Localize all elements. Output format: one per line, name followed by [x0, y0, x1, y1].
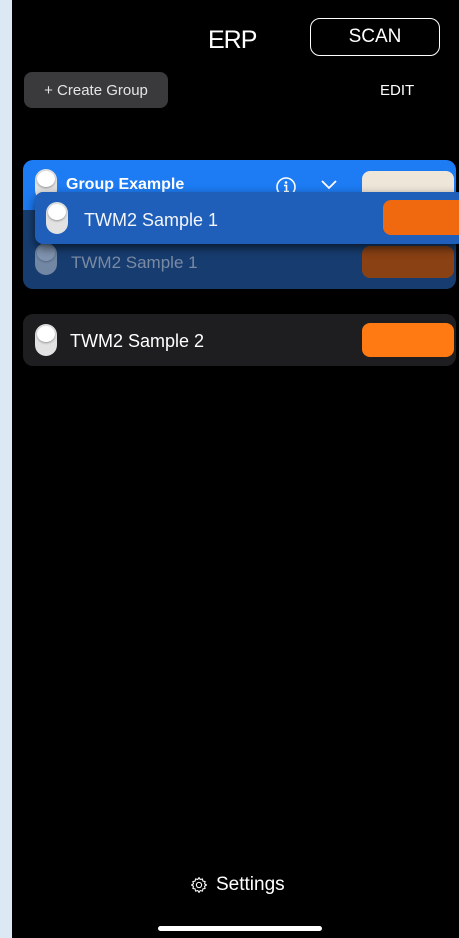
dragged-toggle[interactable]	[46, 202, 68, 234]
app-screen: ERP SCAN + Create Group EDIT Group Examp…	[12, 0, 459, 938]
scan-button[interactable]: SCAN	[310, 18, 440, 56]
edit-button[interactable]: EDIT	[380, 82, 414, 99]
toggle-knob	[37, 326, 55, 342]
settings-button[interactable]: Settings	[190, 874, 285, 896]
member-color-swatch[interactable]	[362, 246, 454, 278]
chevron-down-icon[interactable]	[319, 178, 339, 192]
device-color-swatch[interactable]	[362, 323, 454, 357]
toggle-knob	[37, 171, 55, 187]
member-label: TWM2 Sample 1	[71, 253, 198, 272]
app-logo: ERP	[208, 26, 257, 54]
home-indicator[interactable]	[158, 926, 322, 931]
device-toggle[interactable]	[35, 324, 57, 356]
device-row[interactable]: TWM2 Sample 2	[23, 314, 456, 366]
dragged-color-swatch[interactable]	[383, 200, 459, 235]
toggle-knob	[37, 245, 55, 261]
settings-label: Settings	[216, 874, 285, 895]
device-label: TWM2 Sample 2	[70, 331, 205, 351]
member-toggle[interactable]	[35, 243, 57, 275]
create-group-button[interactable]: + Create Group	[24, 72, 168, 108]
dragged-device-row[interactable]: TWM2 Sample 1	[35, 192, 459, 244]
gear-icon	[190, 876, 208, 894]
dragged-row-label: TWM2 Sample 1	[84, 210, 219, 230]
toggle-knob	[48, 204, 66, 220]
